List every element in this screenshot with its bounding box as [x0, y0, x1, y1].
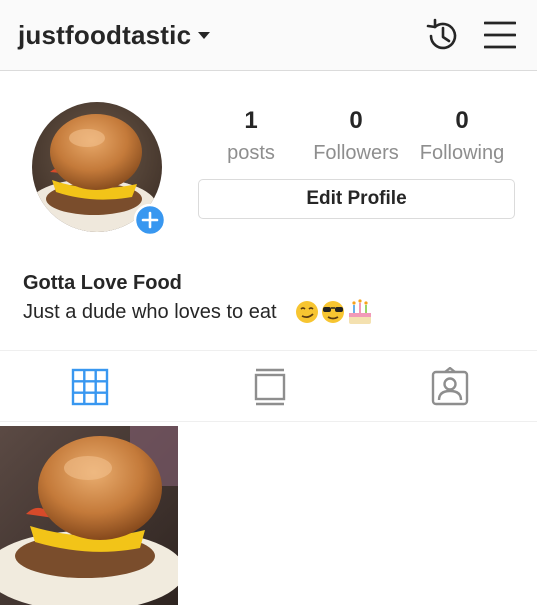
top-bar: justfoodtastic — [0, 0, 537, 71]
chevron-down-icon[interactable] — [198, 32, 210, 39]
hamburger-menu-icon[interactable] — [484, 20, 516, 50]
followers-label: Followers — [313, 142, 399, 164]
profile-bio: Just a dude who loves to eat — [23, 301, 277, 323]
bio-emojis — [296, 299, 371, 324]
followers-count[interactable]: 0 Followers — [301, 106, 411, 170]
feed-list-icon[interactable] — [250, 367, 290, 407]
smirk-emoji-icon — [296, 301, 318, 323]
history-icon[interactable] — [424, 17, 462, 55]
posts-label: posts — [227, 142, 275, 164]
tagged-icon[interactable] — [430, 367, 470, 407]
followers-value: 0 — [349, 107, 363, 134]
posts-count[interactable]: 1 posts — [196, 106, 306, 170]
following-count[interactable]: 0 Following — [407, 106, 517, 170]
birthday-cake-emoji-icon — [349, 299, 371, 324]
add-story-plus-icon[interactable] — [134, 204, 166, 236]
sunglasses-emoji-icon — [322, 301, 344, 323]
profile-display-name: Gotta Love Food — [23, 272, 182, 294]
following-label: Following — [419, 142, 505, 164]
post-thumbnail[interactable] — [0, 426, 178, 605]
edit-profile-button[interactable]: Edit Profile — [198, 179, 515, 219]
following-value: 0 — [455, 107, 469, 134]
account-username[interactable]: justfoodtastic — [18, 20, 191, 51]
profile-tabs — [0, 350, 537, 422]
posts-value: 1 — [244, 107, 258, 134]
grid-icon[interactable] — [70, 367, 110, 407]
